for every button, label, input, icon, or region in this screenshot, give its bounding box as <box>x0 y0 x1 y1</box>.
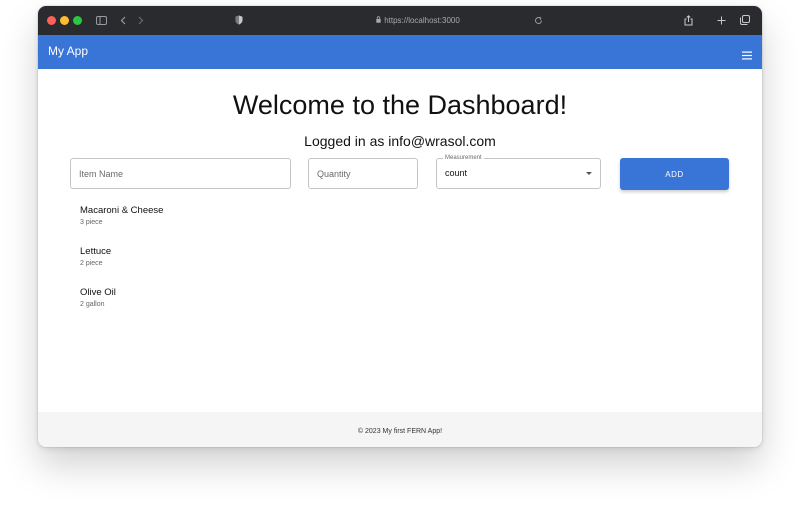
shield-icon[interactable] <box>233 13 245 27</box>
list-item[interactable]: Lettuce 2 piece <box>80 246 163 287</box>
list-item[interactable]: Olive Oil 2 gallon <box>80 287 163 328</box>
dashboard-content: Welcome to the Dashboard! Logged in as i… <box>38 69 762 412</box>
zoom-window-button[interactable] <box>73 16 82 25</box>
page-title: Welcome to the Dashboard! <box>232 90 568 120</box>
reload-icon[interactable] <box>532 13 544 27</box>
list-item[interactable]: Macaroni & Cheese 3 piece <box>80 205 163 246</box>
footer: © 2023 My first FERN App! <box>38 412 762 447</box>
new-tab-icon[interactable] <box>715 13 727 27</box>
minimize-window-button[interactable] <box>60 16 69 25</box>
measurement-select[interactable]: Measurement count <box>436 154 601 189</box>
dropdown-arrow-icon[interactable] <box>586 172 592 175</box>
logged-in-text: Logged in as info@wrasol.com <box>304 133 496 149</box>
address-bar[interactable]: https://localhost:3000 <box>338 14 498 27</box>
item-name: Lettuce <box>80 246 112 257</box>
close-window-button[interactable] <box>47 16 56 25</box>
browser-toolbar: https://localhost:3000 <box>38 6 762 35</box>
app-bar: My App <box>38 35 762 69</box>
quantity-input[interactable] <box>317 159 409 188</box>
quantity-field[interactable] <box>308 158 418 189</box>
item-detail: 3 piece <box>80 219 103 226</box>
menu-icon[interactable] <box>742 47 752 60</box>
sidebar-icon[interactable] <box>94 13 108 27</box>
item-name: Olive Oil <box>80 287 116 298</box>
item-list: Macaroni & Cheese 3 piece Lettuce 2 piec… <box>80 205 163 328</box>
footer-text: © 2023 My first FERN App! <box>357 428 443 435</box>
url-text: https://localhost:3000 <box>384 16 460 25</box>
item-name-field[interactable] <box>70 158 291 189</box>
lock-icon <box>376 16 381 25</box>
share-icon[interactable] <box>682 13 694 27</box>
item-name: Macaroni & Cheese <box>80 205 164 216</box>
item-name-input[interactable] <box>79 159 282 188</box>
item-detail: 2 piece <box>80 260 103 267</box>
forward-icon[interactable] <box>136 13 146 27</box>
tabs-overview-icon[interactable] <box>739 13 751 27</box>
measurement-value: count <box>445 168 468 178</box>
app-title: My App <box>48 44 89 58</box>
add-button[interactable]: ADD <box>620 158 729 190</box>
back-icon[interactable] <box>118 13 128 27</box>
item-detail: 2 gallon <box>80 301 105 308</box>
browser-window: https://localhost:3000 My App Welcome to… <box>38 6 762 447</box>
